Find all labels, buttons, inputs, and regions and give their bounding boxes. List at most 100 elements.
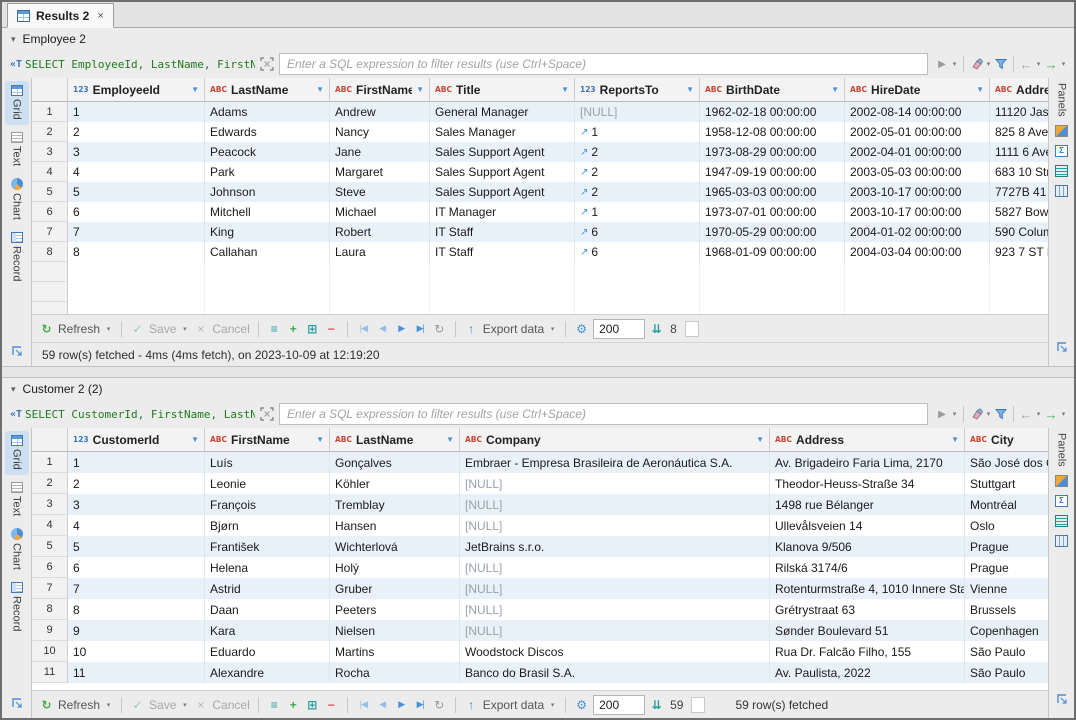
fetch-all-icon[interactable]: ⇊: [649, 698, 664, 712]
grid-cell[interactable]: Sales Support Agent: [430, 182, 575, 202]
export-dropdown-icon[interactable]: ▾: [548, 701, 557, 709]
row-number[interactable]: 1: [32, 102, 68, 122]
grid-cell[interactable]: Theodor-Heuss-Straße 34: [770, 473, 965, 494]
grid-cell[interactable]: Park: [205, 162, 330, 182]
grid-cell[interactable]: Luís: [205, 452, 330, 473]
fetch-size-input[interactable]: [593, 695, 645, 715]
cancel-icon[interactable]: ×: [193, 322, 208, 336]
grid-cell[interactable]: Sales Support Agent: [430, 142, 575, 162]
grid-cell[interactable]: 1947-09-19 00:00:00: [700, 162, 845, 182]
column-filter-dropdown-icon[interactable]: ▼: [191, 85, 199, 94]
grid-cell[interactable]: São Paulo: [965, 662, 1048, 683]
reference-link-icon[interactable]: ↗: [580, 187, 588, 198]
table-row[interactable]: 22LeonieKöhler[NULL]Theodor-Heuss-Straße…: [32, 473, 1048, 494]
grid-cell[interactable]: Nancy: [330, 122, 430, 142]
filter-input[interactable]: [279, 53, 928, 75]
row-number[interactable]: 5: [32, 182, 68, 202]
reference-link-icon[interactable]: ↗: [580, 147, 588, 158]
tab-close-icon[interactable]: ×: [97, 10, 103, 22]
table-row[interactable]: 11LuísGonçalvesEmbraer - Empresa Brasile…: [32, 452, 1048, 473]
grid-cell[interactable]: [NULL]: [460, 599, 770, 620]
column-header-firstname[interactable]: ABCFirstName▼: [205, 428, 330, 452]
column-filter-dropdown-icon[interactable]: ▼: [951, 435, 959, 444]
column-header-hiredate[interactable]: ABCHireDate▼: [845, 78, 990, 102]
collapse-icon[interactable]: ▾: [11, 34, 16, 45]
table-row[interactable]: 33PeacockJaneSales Support Agent↗21973-0…: [32, 142, 1048, 162]
column-header-customerid[interactable]: 123CustomerId▼: [68, 428, 205, 452]
column-filter-dropdown-icon[interactable]: ▼: [316, 435, 324, 444]
grid-cell[interactable]: Andrew: [330, 102, 430, 122]
history-back-dropdown-icon[interactable]: ▾: [1034, 60, 1043, 68]
table-row[interactable]: 1111AlexandreRochaBanco do Brasil S.A.Av…: [32, 662, 1048, 683]
history-back-dropdown-icon[interactable]: ▾: [1034, 410, 1043, 418]
tab-results-2[interactable]: Results 2 ×: [7, 3, 114, 28]
grid-cell[interactable]: ↗6: [575, 242, 700, 262]
grid-cell[interactable]: Gonçalves: [330, 452, 460, 473]
export-icon[interactable]: ↑: [464, 698, 479, 712]
grid-cell[interactable]: 11: [68, 662, 205, 683]
table-row[interactable]: 55FrantišekWichterlováJetBrains s.r.o.Kl…: [32, 536, 1048, 557]
grid-cell[interactable]: Edwards: [205, 122, 330, 142]
grid-cell[interactable]: [NULL]: [460, 515, 770, 536]
table-row[interactable]: 77AstridGruber[NULL]Rotenturmstraße 4, 1…: [32, 578, 1048, 599]
panel-aggregate-icon[interactable]: Σ: [1055, 145, 1068, 157]
reference-link-icon[interactable]: ↗: [580, 227, 588, 238]
cancel-button[interactable]: Cancel: [212, 322, 249, 336]
row-number[interactable]: 6: [32, 557, 68, 578]
grid-cell[interactable]: Grétrystraat 63: [770, 599, 965, 620]
fetch-size-input[interactable]: [593, 319, 645, 339]
grid-cell[interactable]: 2: [68, 122, 205, 142]
grid-cell[interactable]: Woodstock Discos: [460, 641, 770, 662]
history-forward-icon[interactable]: →: [1043, 55, 1059, 73]
grid-cell[interactable]: Sønder Boulevard 51: [770, 620, 965, 641]
grid-cell[interactable]: 2003-05-03 00:00:00: [845, 162, 990, 182]
column-filter-dropdown-icon[interactable]: ▼: [191, 435, 199, 444]
table-row[interactable]: 22EdwardsNancySales Manager↗11958-12-08 …: [32, 122, 1048, 142]
column-header-firstname[interactable]: ABCFirstName▼: [330, 78, 430, 102]
table-row[interactable]: 77KingRobertIT Staff↗61970-05-29 00:00:0…: [32, 222, 1048, 242]
grid-cell[interactable]: Prague: [965, 557, 1048, 578]
grid-cell[interactable]: Callahan: [205, 242, 330, 262]
history-forward-icon[interactable]: →: [1043, 405, 1059, 423]
column-header-birthdate[interactable]: ABCBirthDate▼: [700, 78, 845, 102]
row-number[interactable]: 10: [32, 641, 68, 662]
row-gutter-header[interactable]: [32, 428, 68, 452]
erase-filter-icon[interactable]: [968, 55, 984, 73]
fetch-all-icon[interactable]: ⇊: [649, 322, 664, 336]
grid-cell[interactable]: IT Manager: [430, 202, 575, 222]
export-dropdown-icon[interactable]: ▾: [548, 325, 557, 333]
grid-cell[interactable]: Peacock: [205, 142, 330, 162]
grid-cell[interactable]: 2003-10-17 00:00:00: [845, 182, 990, 202]
table-row[interactable]: 1010EduardoMartinsWoodstock DiscosRua Dr…: [32, 641, 1048, 662]
row-number[interactable]: 6: [32, 202, 68, 222]
panel-grouping-icon[interactable]: [1055, 165, 1068, 177]
grid-cell[interactable]: 1970-05-29 00:00:00: [700, 222, 845, 242]
row-number[interactable]: 2: [32, 473, 68, 494]
tab-record[interactable]: Record: [5, 578, 29, 636]
refresh-button[interactable]: Refresh: [58, 322, 100, 336]
grid-cell[interactable]: São José dos Campos: [965, 452, 1048, 473]
edit-value-icon[interactable]: ≡: [267, 322, 282, 336]
add-row-icon[interactable]: +: [286, 322, 301, 336]
save-button[interactable]: Save: [149, 322, 176, 336]
grid-cell[interactable]: 8: [68, 599, 205, 620]
tab-text[interactable]: Text: [5, 128, 29, 171]
row-number[interactable]: 8: [32, 242, 68, 262]
edit-value-icon[interactable]: ≡: [267, 698, 282, 712]
grid-cell[interactable]: 1958-12-08 00:00:00: [700, 122, 845, 142]
tab-chart[interactable]: Chart: [5, 174, 29, 225]
export-data-button[interactable]: Export data: [483, 698, 544, 712]
panel-corner-icon[interactable]: [1056, 692, 1068, 710]
tab-record[interactable]: Record: [5, 228, 29, 286]
grid-cell[interactable]: Köhler: [330, 473, 460, 494]
grid-cell[interactable]: Embraer - Empresa Brasileira de Aeronáut…: [460, 452, 770, 473]
grid-cell[interactable]: Robert: [330, 222, 430, 242]
grid-cell[interactable]: 7: [68, 578, 205, 599]
grid-cell[interactable]: François: [205, 494, 330, 515]
grid-cell[interactable]: King: [205, 222, 330, 242]
column-filter-dropdown-icon[interactable]: ▼: [561, 85, 569, 94]
grid-cell[interactable]: 923 7 ST NW: [990, 242, 1048, 262]
grid-cell[interactable]: Margaret: [330, 162, 430, 182]
row-gutter-header[interactable]: [32, 78, 68, 102]
panel-corner-icon[interactable]: [1056, 340, 1068, 358]
